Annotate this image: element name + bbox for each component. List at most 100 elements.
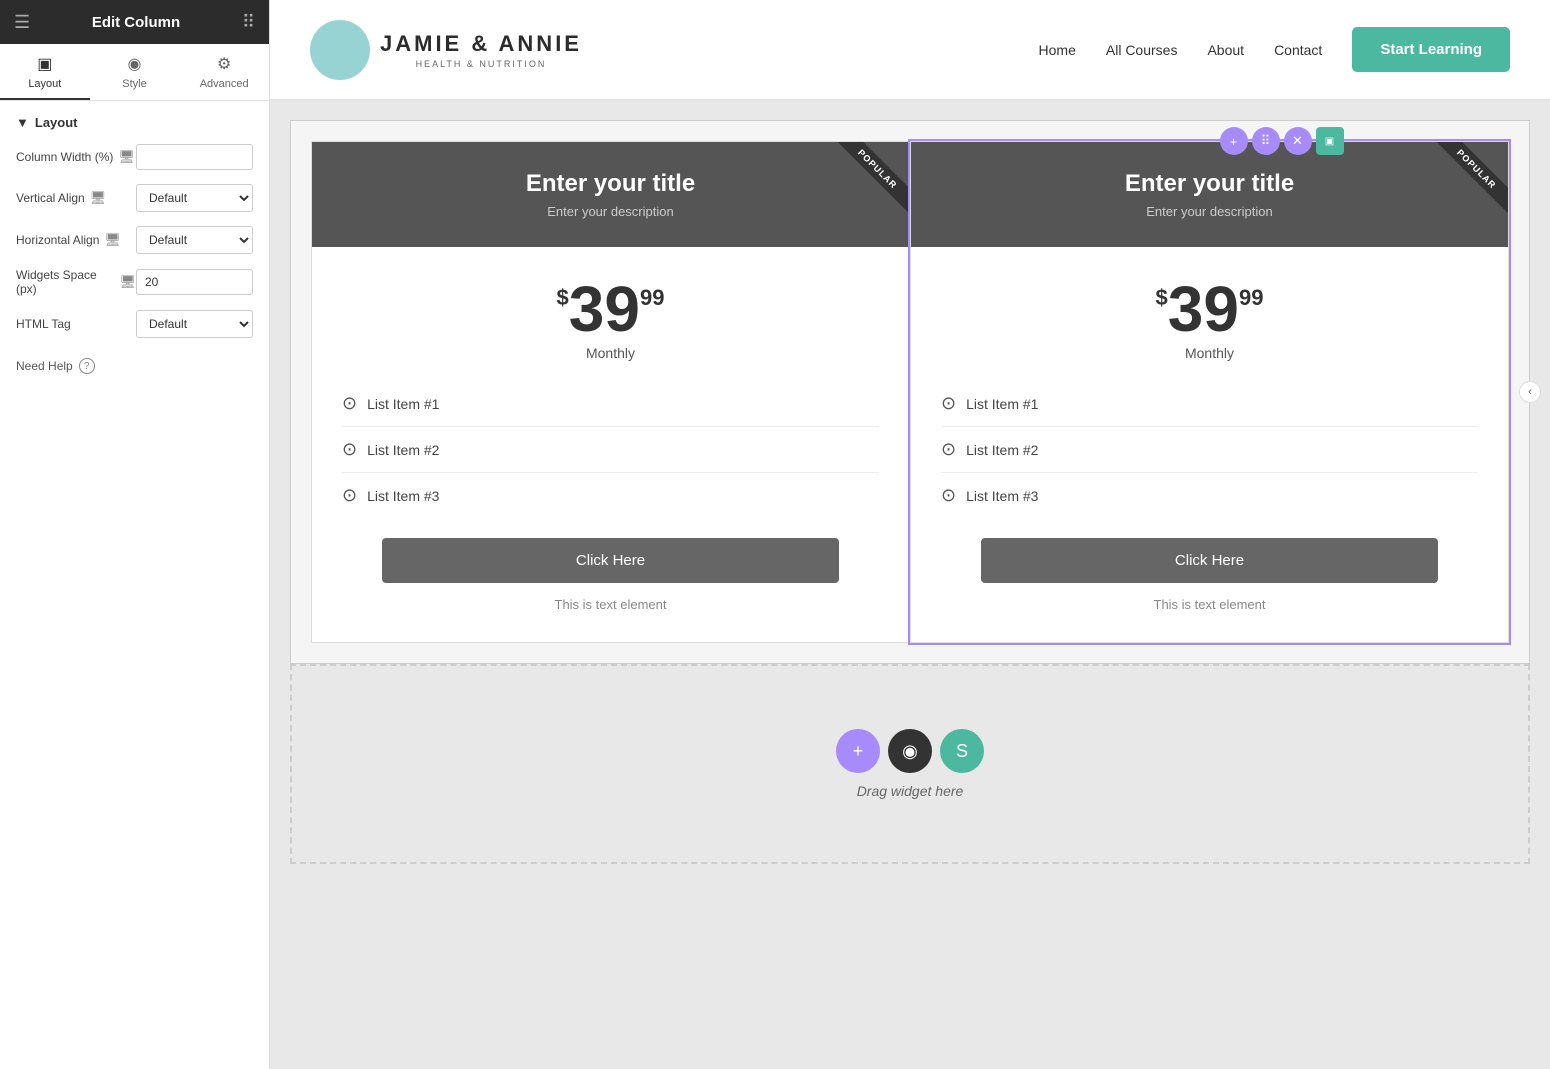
check-icon: ⊙ [941,439,956,460]
list-item: ⊙ List Item #2 [342,427,879,473]
horizontal-align-input-wrapper: Default Left Center Right [136,226,253,254]
navbar: JAMIE & ANNIE HEALTH & NUTRITION Home Al… [270,0,1550,100]
text-element-1: This is text element [555,597,667,612]
tab-advanced[interactable]: ⚙ Advanced [179,44,269,100]
horizontal-align-row: Horizontal Align 🖥 Default Left Center R… [16,226,253,254]
price-1: $ 39 99 [557,277,665,341]
list-item: ⊙ List Item #1 [941,381,1478,427]
pricing-section: + ⠿ ✕ ▣ Enter your title Enter your desc… [290,120,1530,664]
pricing-card-2-body: $ 39 99 Monthly ⊙ List Item #1 ⊙ [911,247,1508,642]
section-arrow: ▼ [16,115,29,130]
drag-icon-element[interactable]: S [940,729,984,773]
pricing-card-2-title: Enter your title [931,170,1488,198]
vertical-align-input-wrapper: Default Top Middle Bottom [136,184,253,212]
price-2: $ 39 99 [1156,277,1264,341]
check-icon: ⊙ [342,393,357,414]
click-here-button-1[interactable]: Click Here [382,538,838,583]
collapse-toggle[interactable]: ‹ [1519,381,1541,403]
price-period-2: Monthly [1185,345,1234,361]
nav-contact[interactable]: Contact [1274,42,1322,58]
help-icon: ? [79,358,95,374]
widgets-space-label: Widgets Space (px) 🖥 [16,268,136,296]
widgets-space-row: Widgets Space (px) 🖥 [16,268,253,296]
start-learning-button[interactable]: Start Learning [1352,27,1510,72]
advanced-tab-icon: ⚙ [217,54,231,74]
monitor-icon-1: 🖥 [90,190,107,206]
top-bar-title: Edit Column [92,14,180,31]
tab-advanced-label: Advanced [200,78,249,90]
monitor-icon-0: 🖥 [118,149,135,165]
need-help[interactable]: Need Help ? [16,358,253,374]
column-width-input-wrapper [136,144,253,170]
price-dollar-2: $ [1156,285,1168,311]
column-width-input[interactable] [136,144,253,170]
click-here-button-2[interactable]: Click Here [981,538,1437,583]
logo-sub: HEALTH & NUTRITION [380,59,582,69]
drag-section: + ◉ S Drag widget here [290,664,1530,864]
nav-all-courses[interactable]: All Courses [1106,42,1178,58]
canvas: + ⠿ ✕ ▣ Enter your title Enter your desc… [270,100,1550,1069]
nav-about[interactable]: About [1207,42,1244,58]
toolbar-close-button[interactable]: ✕ [1284,127,1312,155]
layout-section-header[interactable]: ▼ Layout [16,115,253,130]
list-item: ⊙ List Item #2 [941,427,1478,473]
list-item: ⊙ List Item #3 [941,473,1478,518]
list-items-1: ⊙ List Item #1 ⊙ List Item #2 ⊙ List Ite… [342,381,879,518]
html-tag-label: HTML Tag [16,317,136,331]
check-icon: ⊙ [342,439,357,460]
logo-text: JAMIE & ANNIE HEALTH & NUTRITION [380,31,582,69]
tab-style[interactable]: ◉ Style [90,44,180,100]
drag-icon-widget[interactable]: ◉ [888,729,932,773]
html-tag-input-wrapper: Default div section article [136,310,253,338]
logo-name: JAMIE & ANNIE [380,31,582,57]
nav-links: Home All Courses About Contact Start Lea… [1039,27,1510,72]
toolbar-move-button[interactable]: ⠿ [1252,127,1280,155]
list-item: ⊙ List Item #1 [342,381,879,427]
pricing-card-2-header: Enter your title Enter your description … [911,142,1508,247]
pricing-card-1-desc: Enter your description [332,204,889,219]
floating-toolbar: + ⠿ ✕ ▣ [1220,127,1344,155]
check-icon: ⊙ [941,393,956,414]
pricing-card-1-body: $ 39 99 Monthly ⊙ List Item #1 ⊙ [312,247,909,642]
drag-text: Drag widget here [857,783,964,799]
grid-icon[interactable]: ⠿ [242,12,255,33]
vertical-align-select[interactable]: Default Top Middle Bottom [136,184,253,212]
pricing-card-2: Enter your title Enter your description … [910,141,1509,643]
logo: JAMIE & ANNIE HEALTH & NUTRITION [310,20,582,80]
drag-icon-add[interactable]: + [836,729,880,773]
price-amount-2: 39 [1168,277,1239,341]
price-period-1: Monthly [586,345,635,361]
toolbar-add-button[interactable]: + [1220,127,1248,155]
price-cents-1: 99 [640,285,664,311]
widgets-space-input-wrapper [136,269,253,295]
top-bar: ☰ Edit Column ⠿ [0,0,269,44]
list-items-2: ⊙ List Item #1 ⊙ List Item #2 ⊙ List Ite… [941,381,1478,518]
tab-layout-label: Layout [28,78,61,90]
vertical-align-label: Vertical Align 🖥 [16,190,136,206]
horizontal-align-label: Horizontal Align 🖥 [16,232,136,248]
html-tag-row: HTML Tag Default div section article [16,310,253,338]
column-width-label: Column Width (%) 🖥 [16,149,136,165]
check-icon: ⊙ [941,485,956,506]
tabs-bar: ▣ Layout ◉ Style ⚙ Advanced [0,44,269,101]
horizontal-align-select[interactable]: Default Left Center Right [136,226,253,254]
toolbar-edit-button[interactable]: ▣ [1316,127,1344,155]
monitor-icon-2: 🖥 [104,232,121,248]
text-element-2: This is text element [1154,597,1266,612]
html-tag-select[interactable]: Default div section article [136,310,253,338]
pricing-card-1-header: Enter your title Enter your description … [312,142,909,247]
tab-layout[interactable]: ▣ Layout [0,44,90,100]
nav-home[interactable]: Home [1039,42,1076,58]
widgets-space-input[interactable] [136,269,253,295]
main-area: JAMIE & ANNIE HEALTH & NUTRITION Home Al… [270,0,1550,1069]
column-width-row: Column Width (%) 🖥 [16,144,253,170]
left-panel: ☰ Edit Column ⠿ ▣ Layout ◉ Style ⚙ Advan… [0,0,270,1069]
drag-icons: + ◉ S [836,729,984,773]
pricing-card-2-desc: Enter your description [931,204,1488,219]
check-icon: ⊙ [342,485,357,506]
monitor-icon-3: 🖥 [119,274,136,290]
panel-content: ▼ Layout Column Width (%) 🖥 Vertical Ali… [0,101,269,1069]
price-dollar-1: $ [557,285,569,311]
hamburger-icon[interactable]: ☰ [14,12,30,33]
style-tab-icon: ◉ [128,54,142,74]
